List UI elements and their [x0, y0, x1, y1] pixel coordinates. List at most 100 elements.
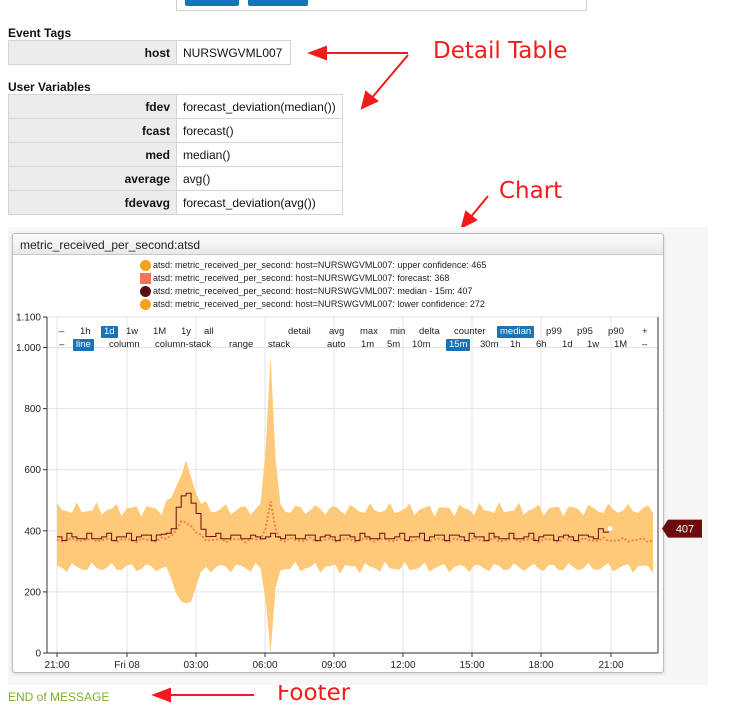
chart-widget: metric_received_per_second:atsd 0 200 400 6… — [12, 233, 702, 673]
badge-label: 407 — [676, 524, 694, 536]
chart-legend: atsd: metric_received_per_second: host=N… — [140, 259, 486, 311]
chart-control-[interactable]: + — [642, 326, 648, 338]
x-tick-label: Fri 08 — [114, 660, 140, 671]
chart-control-30m[interactable]: 30m — [480, 339, 498, 351]
event-tags-table: host NURSWGVML007 — [8, 40, 291, 65]
y-tick-label: 800 — [24, 404, 41, 415]
user-variables-table: fdev forecast_deviation(median()) fcast … — [8, 94, 343, 215]
chart-control-1m[interactable]: 1m — [361, 339, 374, 351]
grid — [47, 316, 658, 654]
variable-key: fdevavg — [8, 190, 177, 215]
variable-key: fcast — [8, 118, 177, 143]
legend-circle-icon — [140, 299, 151, 310]
legend-circle-icon — [140, 260, 151, 271]
chart-control-1w[interactable]: 1w — [126, 326, 138, 338]
chart-control-auto[interactable]: auto — [327, 339, 346, 351]
x-tick-label: 09:00 — [321, 660, 346, 671]
last-value-badge: 407 — [662, 519, 702, 538]
table-row: average avg() — [8, 166, 343, 191]
legend-label: atsd: metric_received_per_second: host=N… — [153, 286, 473, 296]
detail-arrow-head-2 — [360, 90, 379, 110]
y-tick-label: 1.100 — [16, 313, 41, 324]
chart-control-1d[interactable]: 1d — [101, 326, 118, 338]
chart-control-median[interactable]: median — [497, 326, 535, 338]
variable-value: avg() — [176, 166, 343, 191]
last-point — [607, 526, 613, 532]
x-tick-label: 21:00 — [598, 660, 623, 671]
legend-item[interactable]: atsd: metric_received_per_second: host=N… — [140, 298, 486, 311]
chart-arrow-line — [469, 195, 489, 219]
x-tick-label: 03:00 — [183, 660, 208, 671]
chart-control-detail[interactable]: detail — [288, 326, 311, 338]
footer-text: END of MESSAGE — [8, 690, 110, 704]
x-tick-label: 12:00 — [390, 660, 415, 671]
chart-control-1d[interactable]: 1d — [562, 339, 573, 351]
remnant-button[interactable] — [248, 0, 308, 6]
variable-value: forecast() — [176, 118, 343, 143]
chart-control-10m[interactable]: 10m — [412, 339, 430, 351]
variable-value: median() — [176, 142, 343, 167]
remnant-button[interactable] — [185, 0, 239, 6]
y-tick-label: 1.000 — [16, 343, 41, 354]
legend-item[interactable]: atsd: metric_received_per_second: host=N… — [140, 285, 486, 298]
x-tick-label: 21:00 — [44, 660, 69, 671]
legend-square-icon — [140, 273, 151, 284]
chart-control-column[interactable]: column — [109, 339, 140, 351]
table-row: fdev forecast_deviation(median()) — [8, 94, 343, 119]
x-axis-ticks: 21:00 Fri 08 03:00 06:00 09:00 12:00 15:00 18:0… — [44, 653, 624, 671]
variable-value: forecast_deviation(avg()) — [176, 190, 343, 215]
chart-control-all[interactable]: all — [204, 326, 214, 338]
chart-control-6h[interactable]: 6h — [536, 339, 547, 351]
variable-key: med — [8, 142, 177, 167]
chart-arrow-head — [460, 210, 478, 229]
legend-item[interactable]: atsd: metric_received_per_second: host=N… — [140, 272, 486, 285]
chart-control-delta[interactable]: delta — [419, 326, 440, 338]
variable-value: forecast_deviation(median()) — [176, 94, 343, 119]
chart-control-stack[interactable]: stack — [268, 339, 290, 351]
annotation-chart: Chart — [499, 178, 563, 204]
x-tick-label: 18:00 — [528, 660, 553, 671]
chart-control-1M[interactable]: 1M — [614, 339, 627, 351]
chart-control-[interactable]: – — [642, 339, 647, 351]
chart-control-max[interactable]: max — [360, 326, 378, 338]
chart-control-columnstack[interactable]: column-stack — [155, 339, 211, 351]
variable-key: average — [8, 166, 177, 191]
table-row: host NURSWGVML007 — [8, 40, 291, 65]
chart-control-15m[interactable]: 15m — [446, 339, 471, 351]
confidence-band — [57, 355, 653, 653]
chart-control-p90[interactable]: p90 — [608, 326, 624, 338]
y-tick-label: 200 — [24, 587, 41, 598]
legend-label: atsd: metric_received_per_second: host=N… — [153, 299, 485, 309]
chart-control-1y[interactable]: 1y — [181, 326, 191, 338]
previous-table-remnant — [176, 0, 587, 11]
axes — [46, 317, 659, 654]
tag-value: NURSWGVML007 — [176, 40, 291, 65]
y-tick-label: 0 — [35, 649, 41, 660]
chart-control-1w[interactable]: 1w — [587, 339, 599, 351]
chart-control-1h[interactable]: 1h — [80, 326, 91, 338]
chart-control-p95[interactable]: p95 — [577, 326, 593, 338]
chart-control-min[interactable]: min — [390, 326, 405, 338]
y-tick-label: 600 — [24, 465, 41, 476]
chart-control-1M[interactable]: 1M — [153, 326, 166, 338]
chart-control-line[interactable]: line — [73, 339, 94, 351]
chart-control-[interactable]: – — [59, 339, 64, 351]
badge-shape — [662, 519, 702, 538]
y-tick-label: 400 — [24, 526, 41, 537]
chart-control-1h[interactable]: 1h — [510, 339, 521, 351]
table-row: med median() — [8, 142, 343, 167]
chart-control-counter[interactable]: counter — [454, 326, 486, 338]
y-axis-ticks: 0 200 400 600 800 1.000 1.100 — [16, 313, 47, 660]
chart-container: metric_received_per_second:atsd 0 200 400 6… — [8, 227, 708, 685]
chart-control-range[interactable]: range — [229, 339, 253, 351]
chart-control-avg[interactable]: avg — [329, 326, 344, 338]
legend-label: atsd: metric_received_per_second: host=N… — [153, 260, 487, 270]
event-tags-heading: Event Tags — [8, 26, 72, 40]
legend-label: atsd: metric_received_per_second: host=N… — [153, 273, 450, 283]
legend-item[interactable]: atsd: metric_received_per_second: host=N… — [140, 259, 486, 272]
chart-control-5m[interactable]: 5m — [387, 339, 400, 351]
chart-control-[interactable]: – — [59, 326, 64, 338]
legend-circle-icon — [140, 286, 151, 297]
variable-key: fdev — [8, 94, 177, 119]
chart-control-p99[interactable]: p99 — [546, 326, 562, 338]
